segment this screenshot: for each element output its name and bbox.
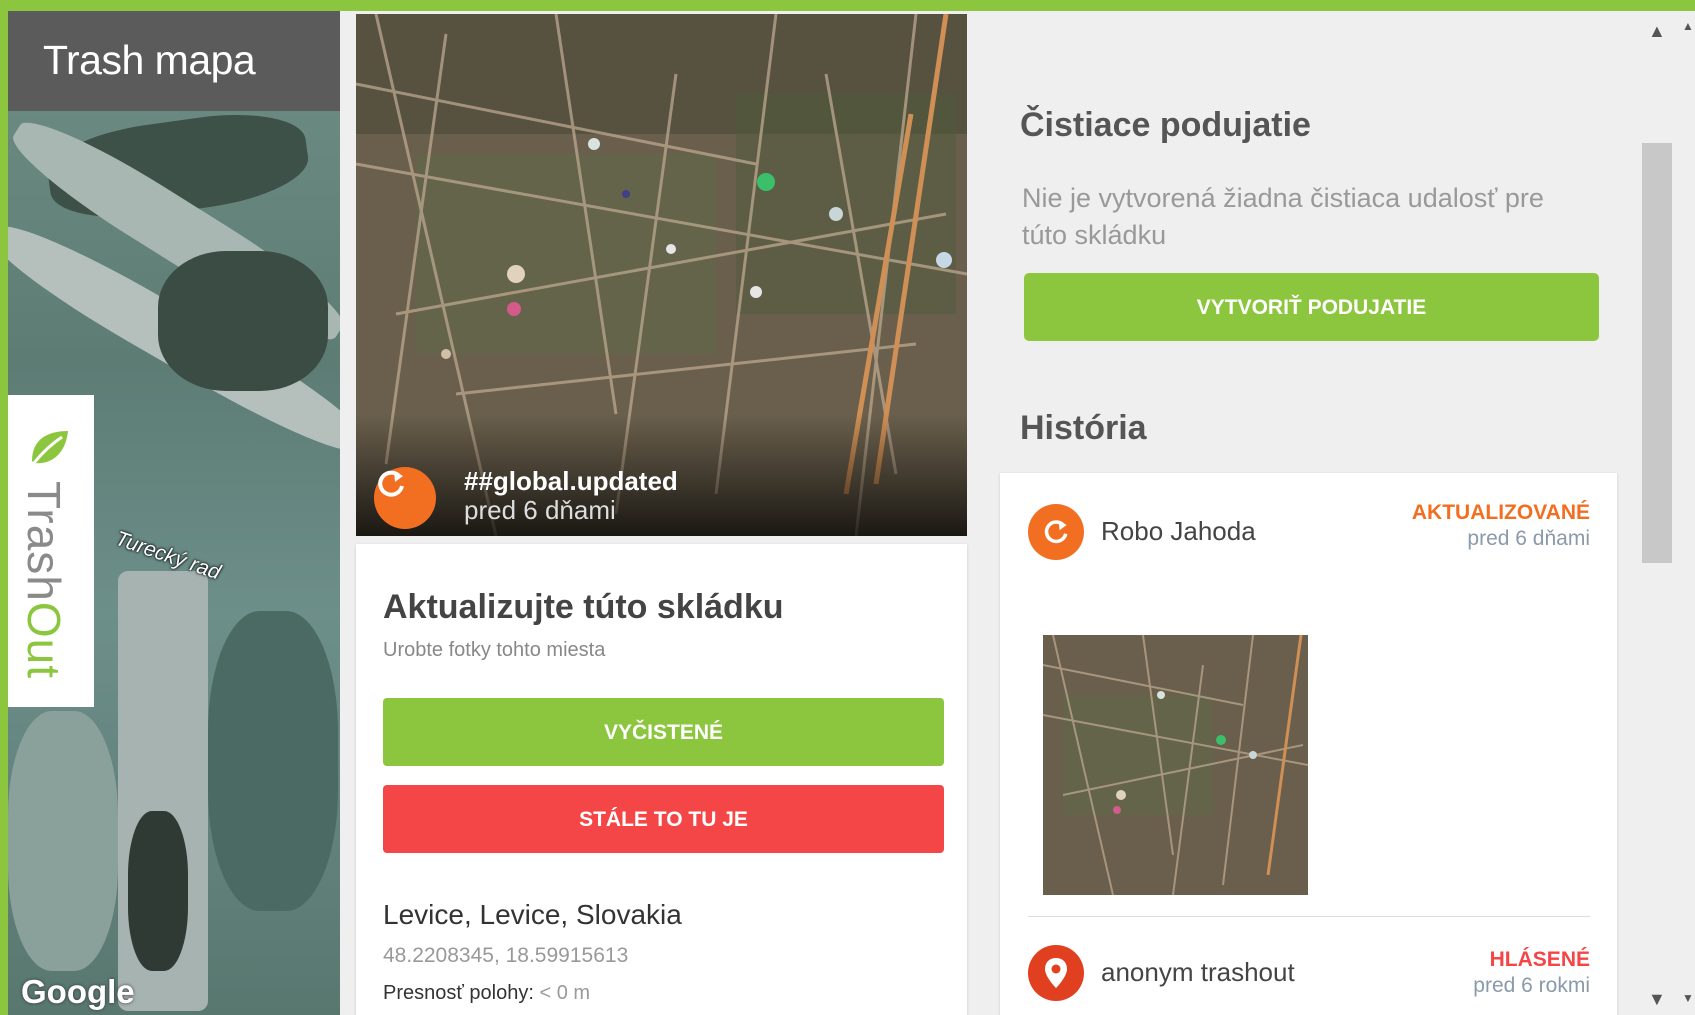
scroll-down-arrow-icon[interactable]: ▼ [1648,989,1666,1010]
leaf-icon [32,431,68,464]
map-header: Trash mapa [8,11,340,111]
cleaning-event-empty-text: Nie je vytvorená žiadna čistiaca udalosť… [1022,183,1544,250]
history-status-badge: HLÁSENÉ [1489,948,1590,971]
history-title: História [1020,409,1147,447]
history-photo-thumbnail[interactable] [1043,635,1308,895]
history-status-badge: AKTUALIZOVANÉ [1411,501,1590,524]
history-user-name[interactable]: anonym trashout [1101,957,1295,988]
location-name: Levice, Levice, Slovakia [383,899,682,930]
page-scroll-up-icon[interactable]: ▲ [1682,19,1694,33]
location-accuracy: Presnosť polohy: < 0 m [383,982,590,1005]
cleaned-button[interactable]: VYČISTENÉ [383,698,944,766]
scroll-up-arrow-icon[interactable]: ▲ [1648,21,1666,42]
photo-time-label: pred 6 dňami [464,495,616,525]
trashout-logo-text: TrashOut [18,481,70,680]
history-user-name[interactable]: Robo Jahoda [1101,516,1256,547]
history-time: pred 6 rokmi [1473,974,1590,997]
location-pin-icon [1028,945,1084,1001]
cleaning-event-title: Čistiace podujatie [1020,106,1311,144]
google-attribution: Google [21,973,135,1010]
location-coordinates: 48.2208345, 18.59915613 [383,944,629,967]
detail-scrollbar-thumb[interactable] [1642,143,1672,563]
accuracy-label: Presnosť polohy: [383,982,534,1004]
history-time: pred 6 dňami [1467,527,1590,550]
still-here-button[interactable]: STÁLE TO TU JE [383,785,944,853]
app-frame: Trash mapa Turecký rad TrashOut Google #… [8,11,1680,1015]
photo-status-label: ##global.updated [464,466,678,496]
map-title: Trash mapa [43,37,256,83]
update-card-subtitle: Urobte fotky tohto miesta [383,639,606,661]
page-scrollbar[interactable]: ▲ ▼ [1680,11,1695,1015]
create-event-button[interactable]: VYTVORIŤ PODUJATIE [1024,273,1599,341]
history-card: Robo Jahoda AKTUALIZOVANÉ pred 6 dňami a… [1000,473,1617,1015]
update-dump-card: Aktualizujte túto skládku Urobte fotky t… [356,544,967,1015]
accuracy-value: < 0 m [539,982,591,1004]
refresh-icon [374,467,436,529]
trash-photo[interactable]: ##global.updated pred 6 dňami [356,14,967,536]
map-panel[interactable]: Trash mapa Turecký rad TrashOut Google [8,11,340,1015]
page-scroll-down-icon[interactable]: ▼ [1682,991,1694,1005]
trashout-tab[interactable]: TrashOut [8,395,94,707]
refresh-icon [1028,504,1084,560]
update-card-title: Aktualizujte túto skládku [383,588,784,626]
history-divider [1028,916,1590,917]
